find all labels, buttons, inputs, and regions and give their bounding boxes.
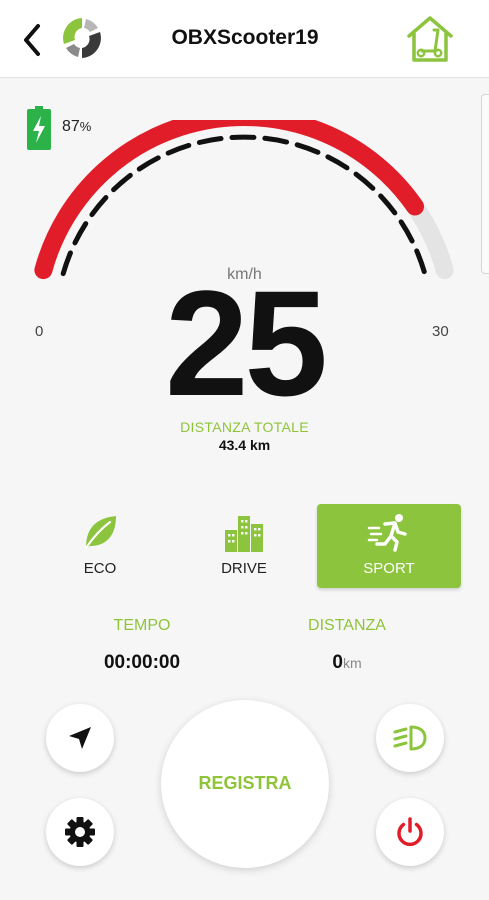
record-label: REGISTRA [198,773,292,793]
record-button[interactable]: REGISTRA [161,700,329,868]
scooter-home-icon [407,16,453,62]
trip-distance-value: 0 [332,652,343,673]
time-label: TEMPO [113,617,171,634]
power-button[interactable] [376,798,444,866]
gauge-fill [34,120,424,280]
mode-sport-button[interactable]: SPORT [317,504,461,588]
scooter-home-button[interactable] [405,14,455,64]
speed-value: 25 [165,259,328,427]
total-distance-value: 43.4 km [218,437,271,453]
mode-eco-button[interactable]: ECO [28,504,172,588]
top-bar: OBXScooter19 [0,0,489,78]
mode-drive-button[interactable]: DRIVE [172,504,316,588]
back-chevron-icon [24,24,40,56]
time-value: 00:00:00 [103,652,181,673]
navigate-button[interactable] [46,704,114,772]
mode-eco-label: ECO [83,560,117,577]
running-person-icon [367,514,407,552]
headlight-icon [393,725,427,751]
gear-icon [65,817,95,847]
leaf-icon [84,516,116,550]
trip-distance-unit: km [342,655,362,671]
gauge-track [34,120,454,280]
city-icon [225,516,263,552]
settings-button[interactable] [46,798,114,866]
lights-button[interactable] [376,704,444,772]
power-icon [397,817,423,847]
mode-drive-label: DRIVE [221,560,267,577]
navigation-arrow-icon [69,727,91,749]
back-button[interactable] [18,20,48,60]
mode-sport-label: SPORT [363,560,415,577]
app-title: OBXScooter19 [171,26,319,49]
trip-distance-label: DISTANZA [308,617,386,634]
brand-logo [58,14,106,62]
trip-distance: 0km [257,652,437,674]
total-distance-label: DISTANZA TOTALE [180,419,309,435]
